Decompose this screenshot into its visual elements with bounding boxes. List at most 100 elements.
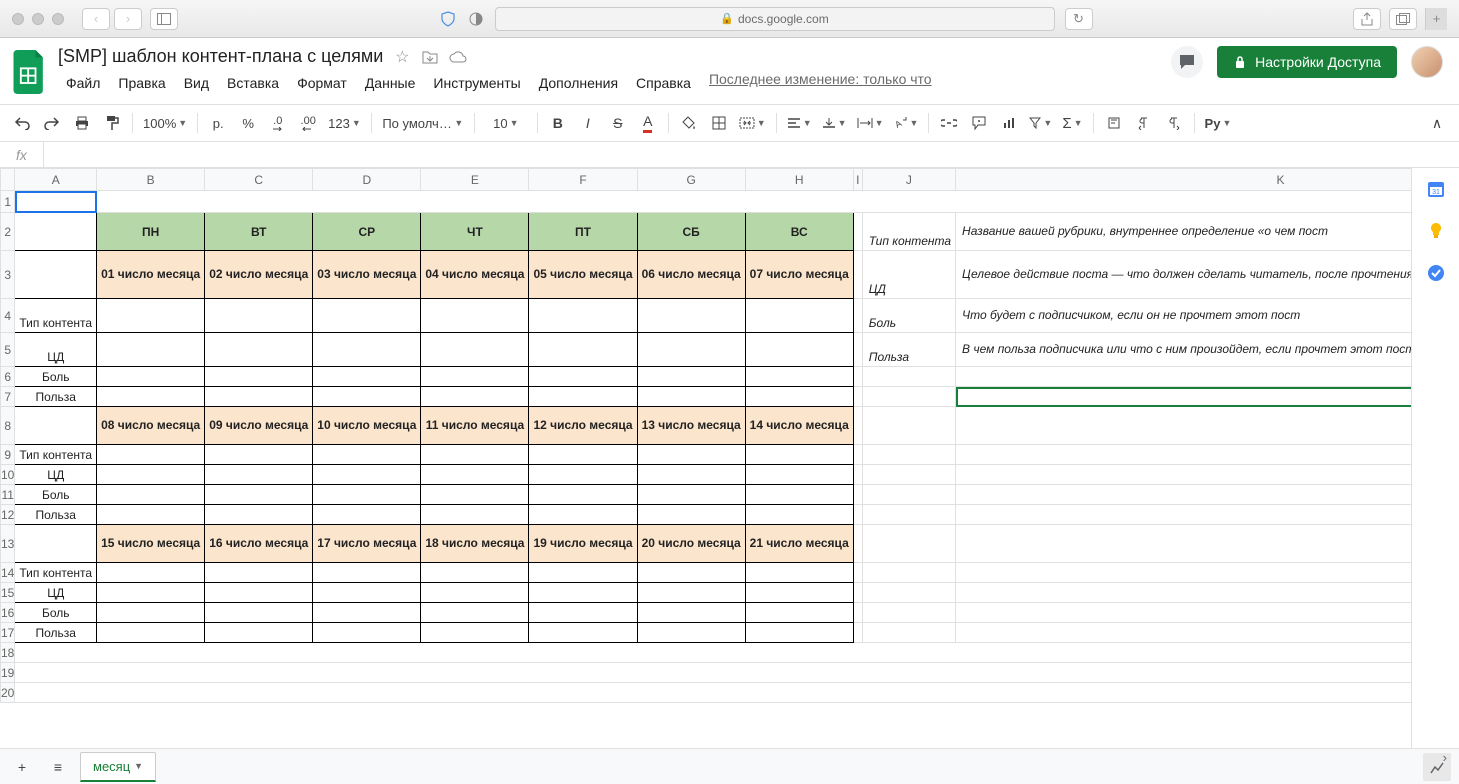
calendar-icon[interactable]: 31 [1425, 178, 1447, 200]
minimize-window[interactable] [32, 13, 44, 25]
close-window[interactable] [12, 13, 24, 25]
extension-button[interactable]: Py▼ [1201, 109, 1236, 137]
col-G[interactable]: G [637, 169, 745, 191]
cell-H13[interactable]: 21 число месяца [745, 525, 853, 563]
borders-button[interactable] [705, 109, 733, 137]
col-K[interactable]: K [956, 169, 1411, 191]
cell-J4[interactable]: Боль [862, 299, 955, 333]
row-16[interactable]: 16 [1, 603, 15, 623]
cell-D8[interactable]: 10 число месяца [313, 407, 421, 445]
spreadsheet-grid[interactable]: A B C D E F G H I J K 1 2 ПН ВТ СР ЧТ ПТ… [0, 168, 1411, 748]
cell-F2[interactable]: ПТ [529, 213, 637, 251]
select-all-corner[interactable] [1, 169, 15, 191]
menu-insert[interactable]: Вставка [219, 71, 287, 95]
row-19[interactable]: 19 [1, 663, 15, 683]
cell-H8[interactable]: 14 число месяца [745, 407, 853, 445]
cell-D2[interactable]: СР [313, 213, 421, 251]
cell-C13[interactable]: 16 число месяца [205, 525, 313, 563]
cell-H2[interactable]: ВС [745, 213, 853, 251]
row-9[interactable]: 9 [1, 445, 15, 465]
bold-button[interactable]: B [544, 109, 572, 137]
side-panel-toggle[interactable]: › [1443, 750, 1447, 765]
cell-A7[interactable]: Польза [15, 387, 97, 407]
valign-button[interactable]: ▼ [818, 109, 851, 137]
cell-J3[interactable]: ЦД [862, 251, 955, 299]
col-B[interactable]: B [97, 169, 205, 191]
cell-A1[interactable] [15, 191, 97, 213]
col-F[interactable]: F [529, 169, 637, 191]
cell-A5[interactable]: ЦД [15, 333, 97, 367]
print-button[interactable] [68, 109, 96, 137]
text-color-button[interactable]: A [634, 109, 662, 137]
decrease-decimal-button[interactable]: .0 [264, 109, 292, 137]
cell-A11[interactable]: Боль [15, 485, 97, 505]
cell-J2[interactable]: Тип контента [862, 213, 955, 251]
menu-tools[interactable]: Инструменты [425, 71, 528, 95]
cell-A10[interactable]: ЦД [15, 465, 97, 485]
cell-A2[interactable] [15, 213, 97, 251]
cell-G8[interactable]: 13 число месяца [637, 407, 745, 445]
cell-I2[interactable] [853, 213, 862, 251]
increase-decimal-button[interactable]: .00 [294, 109, 322, 137]
star-icon[interactable]: ☆ [393, 48, 411, 66]
move-icon[interactable] [421, 48, 439, 66]
col-H[interactable]: H [745, 169, 853, 191]
keep-icon[interactable] [1425, 220, 1447, 242]
row-13[interactable]: 13 [1, 525, 15, 563]
strikethrough-button[interactable]: S [604, 109, 632, 137]
nav-forward-button[interactable]: › [114, 8, 142, 30]
row-6[interactable]: 6 [1, 367, 15, 387]
col-I[interactable]: I [853, 169, 862, 191]
cell-F8[interactable]: 12 число месяца [529, 407, 637, 445]
rtl-button-2[interactable] [1130, 109, 1158, 137]
share-page-button[interactable] [1353, 8, 1381, 30]
row-4[interactable]: 4 [1, 299, 15, 333]
percent-button[interactable]: % [234, 109, 262, 137]
rtl-button-3[interactable] [1160, 109, 1188, 137]
cell-F3[interactable]: 05 число месяца [529, 251, 637, 299]
fontsize-select[interactable]: 10▼ [481, 109, 531, 137]
menu-edit[interactable]: Правка [110, 71, 173, 95]
share-button[interactable]: Настройки Доступа [1217, 46, 1397, 78]
comments-button[interactable] [1171, 46, 1203, 78]
last-edit-link[interactable]: Последнее изменение: только что [709, 71, 932, 95]
cell-G2[interactable]: СБ [637, 213, 745, 251]
fill-color-button[interactable] [675, 109, 703, 137]
formula-input[interactable] [44, 142, 1459, 167]
privacy-shield-icon[interactable] [439, 10, 457, 28]
nav-back-button[interactable]: ‹ [82, 8, 110, 30]
cell-K4[interactable]: Что будет с подписчиком, если он не проч… [956, 299, 1411, 333]
rtl-button-1[interactable] [1100, 109, 1128, 137]
new-tab-button[interactable]: + [1425, 8, 1447, 30]
fx-label[interactable]: fx [0, 142, 44, 167]
cell-B13[interactable]: 15 число месяца [97, 525, 205, 563]
add-sheet-button[interactable]: + [8, 753, 36, 781]
row-14[interactable]: 14 [1, 563, 15, 583]
row-17[interactable]: 17 [1, 623, 15, 643]
collapse-toolbar-button[interactable]: ∧ [1423, 109, 1451, 137]
row-1[interactable]: 1 [1, 191, 15, 213]
merge-cells-button[interactable]: ▼ [735, 109, 770, 137]
row-20[interactable]: 20 [1, 683, 15, 703]
menu-help[interactable]: Справка [628, 71, 699, 95]
cell-A3[interactable] [15, 251, 97, 299]
chart-button[interactable] [995, 109, 1023, 137]
cell-K2[interactable]: Название вашей рубрики, внутреннее опред… [956, 213, 1411, 251]
currency-button[interactable]: р. [204, 109, 232, 137]
menu-data[interactable]: Данные [357, 71, 424, 95]
cell-E2[interactable]: ЧТ [421, 213, 529, 251]
cell-J5[interactable]: Польза [862, 333, 955, 367]
cell-F13[interactable]: 19 число месяца [529, 525, 637, 563]
row-2[interactable]: 2 [1, 213, 15, 251]
cell-K5[interactable]: В чем польза подписчика или что с ним пр… [956, 333, 1411, 367]
paint-format-button[interactable] [98, 109, 126, 137]
col-J[interactable]: J [862, 169, 955, 191]
row-3[interactable]: 3 [1, 251, 15, 299]
menu-view[interactable]: Вид [176, 71, 217, 95]
font-select[interactable]: По умолча…▼ [378, 109, 468, 137]
cell-B2[interactable]: ПН [97, 213, 205, 251]
cell-C8[interactable]: 09 число месяца [205, 407, 313, 445]
cell-A15[interactable]: ЦД [15, 583, 97, 603]
comment-cell-button[interactable] [965, 109, 993, 137]
cell-A14[interactable]: Тип контента [15, 563, 97, 583]
